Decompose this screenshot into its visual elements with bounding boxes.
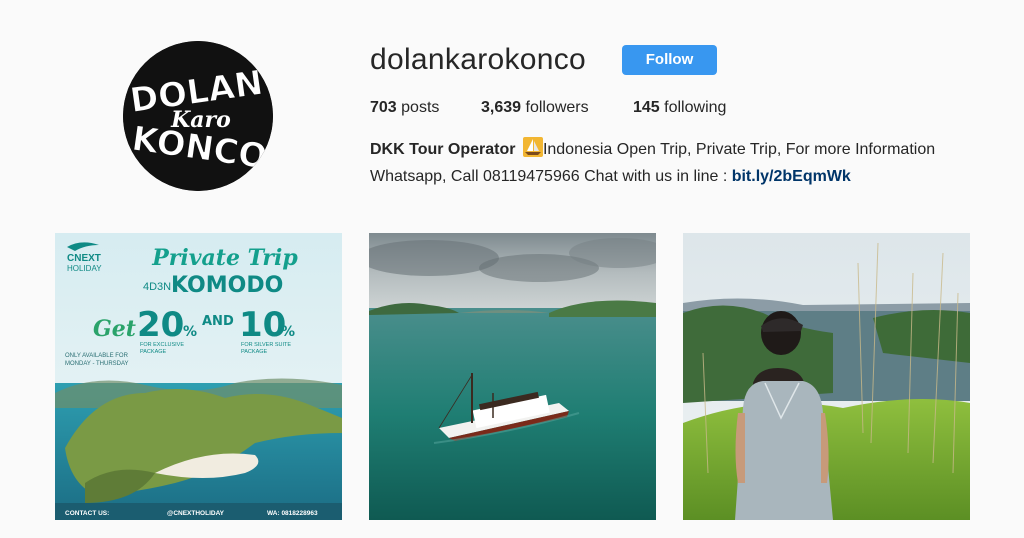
- flyer-offer2-unit: %: [281, 324, 295, 340]
- following-label: following: [664, 99, 727, 116]
- flyer-headline: Private Trip: [151, 245, 298, 271]
- flyer-get: Get: [93, 316, 136, 342]
- profile-bio: DKK Tour Operator Indonesia Open Trip, P…: [370, 137, 970, 189]
- flyer-offer2-value: 10: [239, 305, 286, 345]
- followers-count[interactable]: 3,639 followers: [481, 98, 589, 118]
- flyer-offer1-note2: PACKAGE: [140, 349, 167, 355]
- following-count[interactable]: 145 following: [633, 98, 726, 118]
- sailboat-icon: [522, 137, 543, 165]
- bio-line-1: Indonesia Open Trip, Private Trip, For m…: [542, 141, 936, 158]
- flyer-offer2-note2: PACKAGE: [241, 349, 268, 355]
- boat-photo: [369, 233, 656, 520]
- bio-link[interactable]: bit.ly/2bEqmWk: [732, 168, 851, 185]
- flyer-offer1-value: 20: [137, 305, 184, 345]
- flyer-duration: 4D3N: [143, 281, 171, 293]
- following-number: 145: [633, 99, 660, 116]
- followers-number: 3,639: [481, 99, 522, 116]
- flyer-brand-2: HOLIDAY: [67, 264, 102, 273]
- post-thumbnail-1[interactable]: CNEXT HOLIDAY Private Trip 4D3N KOMODO G…: [55, 233, 342, 520]
- post-thumbnail-2[interactable]: [369, 233, 656, 520]
- posts-label: posts: [401, 99, 440, 116]
- flyer-contact-handle: @CNEXTHOLIDAY: [167, 510, 225, 517]
- flyer-availability-2: MONDAY - THURSDAY: [65, 361, 129, 367]
- flyer-offer1-unit: %: [183, 324, 197, 340]
- flyer-destination: KOMODO: [171, 273, 283, 298]
- komodo-promo-flyer: CNEXT HOLIDAY Private Trip 4D3N KOMODO G…: [55, 233, 342, 520]
- follow-button[interactable]: Follow: [622, 45, 717, 75]
- flyer-brand-1: CNEXT: [67, 253, 101, 264]
- flyer-availability-1: ONLY AVAILABLE FOR: [65, 353, 129, 359]
- flyer-offer1-note1: FOR EXCLUSIVE: [140, 342, 184, 348]
- posts-count: 703 posts: [370, 98, 439, 118]
- posts-number: 703: [370, 99, 397, 116]
- dolankarokonco-logo: DOLAN Karo KONCO: [123, 41, 273, 191]
- followers-label: followers: [525, 99, 589, 116]
- woman-on-hill-photo: [683, 233, 970, 520]
- profile-username: dolankarokonco: [370, 43, 587, 76]
- flyer-contact-label: CONTACT US:: [65, 510, 109, 517]
- flyer-contact-wa: WA: 0818228963: [267, 510, 318, 517]
- bio-full-name: DKK Tour Operator: [370, 141, 516, 158]
- flyer-and: AND: [202, 314, 234, 329]
- avatar[interactable]: DOLAN Karo KONCO: [123, 41, 273, 191]
- flyer-offer2-note1: FOR SILVER SUITE: [241, 342, 291, 348]
- post-thumbnail-3[interactable]: [683, 233, 970, 520]
- bio-line-2: Whatsapp, Call 08119475966 Chat with us …: [370, 168, 732, 185]
